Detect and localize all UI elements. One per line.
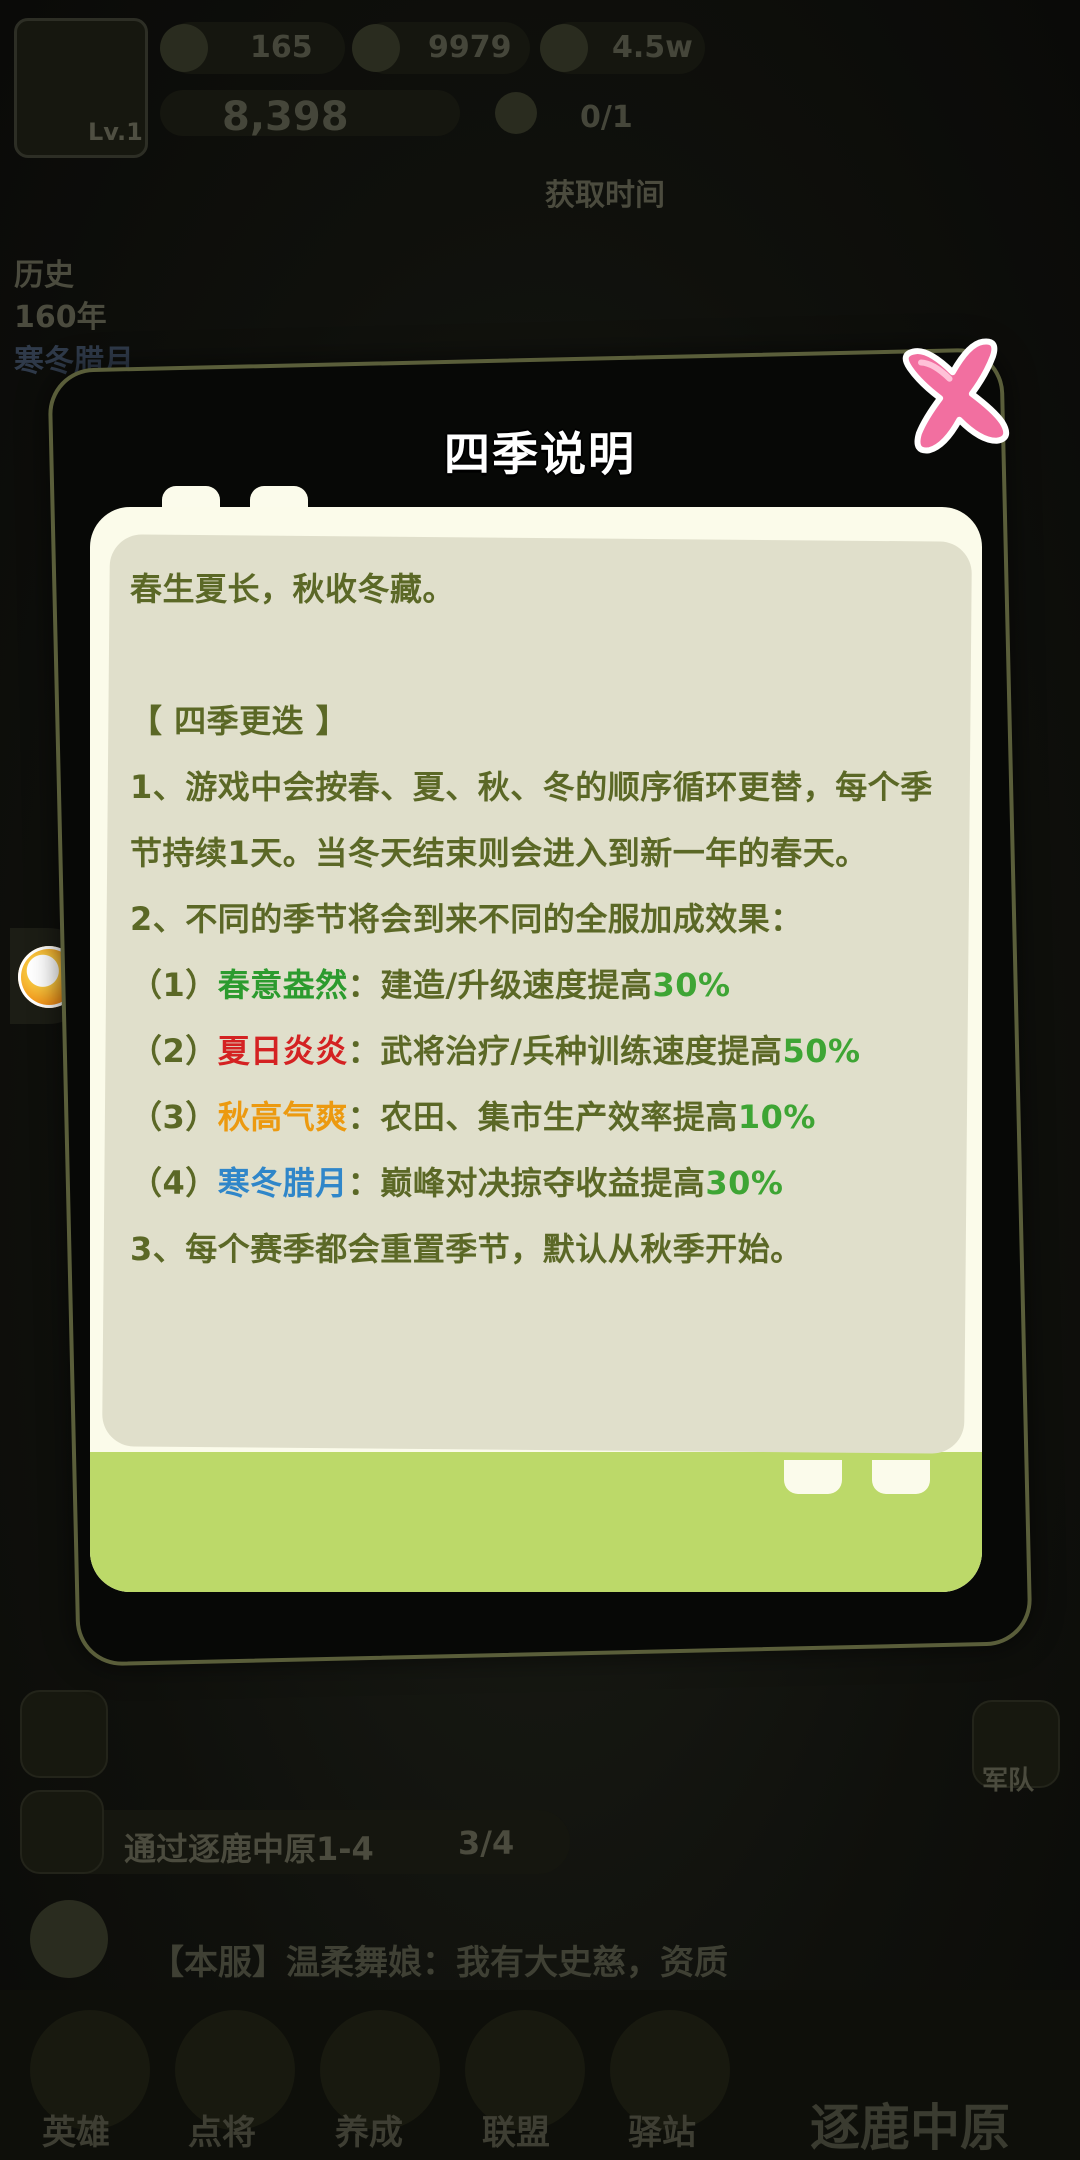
- gold-icon: [540, 24, 588, 72]
- effect-desc: 建造/升级速度提高: [380, 966, 653, 1004]
- effect-prefix: （1）: [130, 966, 218, 1004]
- effect-sep: ：: [347, 1032, 381, 1070]
- effect-prefix: （4）: [130, 1164, 218, 1202]
- effect-sep: ：: [347, 1098, 381, 1136]
- card-foot-nub-right: [872, 1460, 930, 1494]
- effect-spring: （1）春意盎然：建造/升级速度提高30%: [130, 952, 950, 1018]
- effect-desc: 巅峰对决掠夺收益提高: [380, 1164, 706, 1202]
- chat-icon: [30, 1900, 108, 1978]
- resource-2-value: 9979: [428, 30, 512, 65]
- get-time-label: 获取时间: [545, 178, 665, 213]
- army-side-label: 军队: [982, 1766, 1035, 1796]
- effect-value: 10%: [737, 1098, 816, 1136]
- troop-value: 0/1: [580, 100, 633, 135]
- effect-name-spring: 春意盎然: [217, 966, 348, 1004]
- effect-desc: 武将治疗/兵种训练速度提高: [380, 1032, 783, 1070]
- effect-name-winter: 寒冬腊月: [217, 1164, 348, 1202]
- effect-name-autumn: 秋高气爽: [217, 1098, 348, 1136]
- season-description: 春生夏长，秋收冬藏。 【 四季更迭 】 1、游戏中会按春、夏、秋、冬的顺序循环更…: [130, 556, 950, 1282]
- battle-map-label: 逐鹿中原: [810, 2099, 1010, 2157]
- player-level: Lv.1: [88, 118, 143, 146]
- effect-prefix: （3）: [130, 1098, 218, 1136]
- bottom-label-alliance: 联盟: [482, 2113, 550, 2153]
- effect-winter: （4）寒冬腊月：巅峰对决掠夺收益提高30%: [130, 1150, 950, 1216]
- troop-icon: [495, 92, 537, 134]
- rule-1: 1、游戏中会按春、夏、秋、冬的顺序循环更替，每个季节持续1天。当冬天结束则会进入…: [130, 768, 933, 872]
- resource-3-value: 4.5w: [612, 30, 693, 65]
- effect-sep: ：: [347, 966, 381, 1004]
- effect-value: 30%: [652, 966, 731, 1004]
- effect-sep: ：: [347, 1164, 381, 1202]
- food-icon: [352, 24, 400, 72]
- bottom-label-hero: 英雄: [42, 2113, 110, 2153]
- effect-desc: 农田、集市生产效率提高: [380, 1098, 738, 1136]
- quest-text: 通过逐鹿中原1-4: [124, 1830, 374, 1868]
- rule-3: 3、每个赛季都会重置季节，默认从秋季开始。: [130, 1230, 803, 1268]
- bottom-label-station: 驿站: [628, 2113, 696, 2153]
- card-foot-nub-left: [784, 1460, 842, 1494]
- effect-prefix: （2）: [130, 1032, 218, 1070]
- resource-1-value: 165: [250, 30, 313, 65]
- close-icon[interactable]: [892, 332, 1020, 460]
- chat-message: 【本服】温柔舞娘：我有大史慈，资质: [150, 1943, 728, 1983]
- bottom-label-general: 点将: [188, 2113, 256, 2153]
- effect-autumn: （3）秋高气爽：农田、集市生产效率提高10%: [130, 1084, 950, 1150]
- card-green-footer: [90, 1452, 982, 1592]
- coin-icon: [160, 24, 208, 72]
- effect-value: 30%: [705, 1164, 784, 1202]
- effect-name-summer: 夏日炎炎: [217, 1032, 348, 1070]
- rule-2: 2、不同的季节将会到来不同的全服加成效果：: [130, 900, 803, 938]
- quest-icon: [20, 1790, 104, 1874]
- quest-progress: 3/4: [458, 1824, 515, 1862]
- power-value: 8,398: [222, 94, 349, 140]
- bottom-label-develop: 养成: [335, 2113, 403, 2153]
- era-label: 历史: [14, 258, 74, 293]
- intro-line: 春生夏长，秋收冬藏。: [130, 570, 456, 608]
- mail-side-icon: [20, 1690, 108, 1778]
- section-title: 【 四季更迭 】: [130, 702, 349, 740]
- effect-summer: （2）夏日炎炎：武将治疗/兵种训练速度提高50%: [130, 1018, 950, 1084]
- effect-value: 50%: [782, 1032, 861, 1070]
- year-label: 160年: [14, 300, 107, 335]
